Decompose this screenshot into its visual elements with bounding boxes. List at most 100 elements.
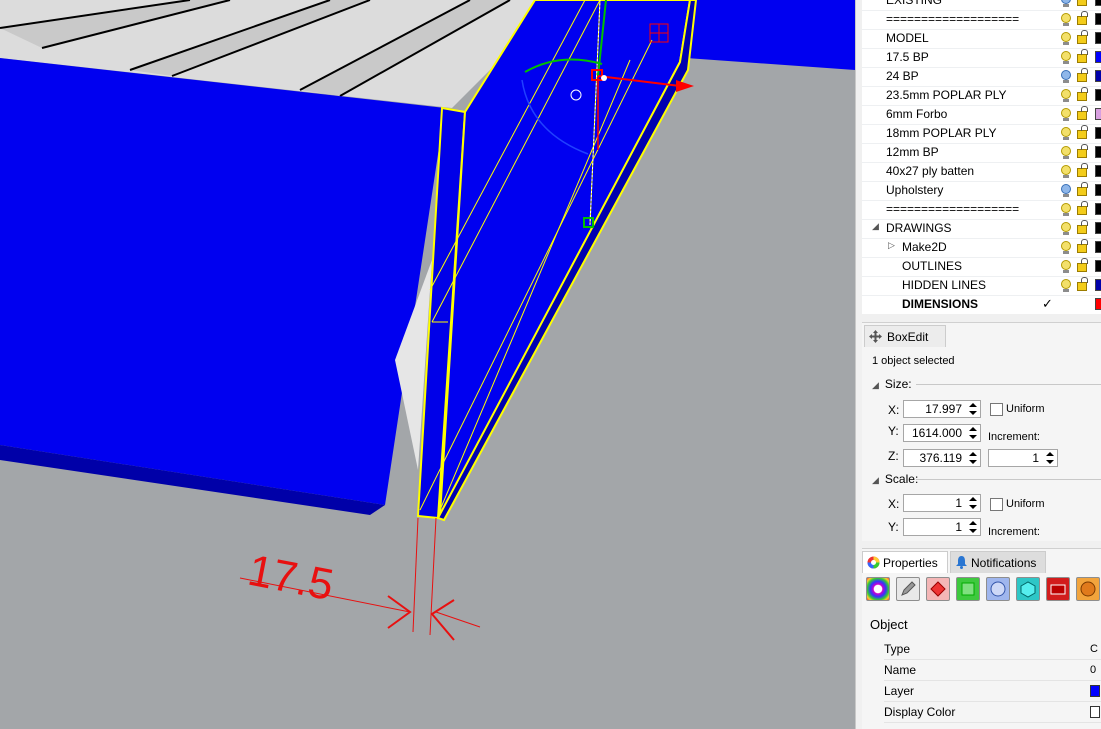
visibility-bulb-icon[interactable]	[1061, 203, 1071, 216]
decal-button[interactable]	[926, 577, 950, 601]
lock-icon[interactable]	[1077, 0, 1087, 6]
layer-color-swatch[interactable]	[1095, 279, 1101, 291]
tab-notifications[interactable]: Notifications	[950, 551, 1046, 573]
layer-row[interactable]: ◢ DRAWINGS	[862, 219, 1101, 239]
scale-y-input[interactable]: 1	[903, 518, 981, 536]
visibility-bulb-icon[interactable]	[1061, 241, 1071, 254]
layer-row[interactable]: 23.5mm POPLAR PLY	[862, 86, 1101, 106]
lock-icon[interactable]	[1077, 182, 1088, 196]
layer-color-swatch[interactable]	[1095, 222, 1101, 234]
lock-icon[interactable]	[1077, 220, 1088, 234]
layer-color-swatch[interactable]	[1095, 165, 1101, 177]
scale-x-spinner[interactable]	[968, 496, 978, 510]
layer-color-swatch[interactable]	[1095, 127, 1101, 139]
layer-color-swatch[interactable]	[1095, 241, 1101, 253]
visibility-bulb-icon[interactable]	[1061, 70, 1071, 83]
size-y-input[interactable]: 1614.000	[903, 424, 981, 442]
collapsed-arrow-icon[interactable]: ▷	[888, 240, 895, 251]
size-increment-spinner[interactable]	[1045, 451, 1055, 465]
size-x-input[interactable]: 17.997	[903, 400, 981, 418]
tab-boxedit[interactable]: BoxEdit	[864, 325, 946, 347]
layer-color-swatch[interactable]	[1095, 13, 1101, 25]
displacement-button[interactable]	[1016, 577, 1040, 601]
object-properties-button[interactable]	[866, 577, 890, 601]
property-value[interactable]: 0	[1090, 660, 1096, 680]
layer-row[interactable]: Upholstery	[862, 181, 1101, 201]
layer-row[interactable]: HIDDEN LINES	[862, 276, 1101, 296]
lock-icon[interactable]	[1077, 49, 1088, 63]
layer-row[interactable]: MODEL	[862, 29, 1101, 49]
layer-row[interactable]: 24 BP	[862, 67, 1101, 87]
layer-row[interactable]: OUTLINES	[862, 257, 1101, 277]
property-row[interactable]: Name 0	[884, 660, 1101, 681]
layer-color-swatch[interactable]	[1095, 146, 1101, 158]
scale-section-header[interactable]: ◢ Scale:	[872, 472, 1101, 486]
layer-color-swatch[interactable]	[1095, 203, 1101, 215]
layer-color-swatch[interactable]	[1095, 89, 1101, 101]
property-row[interactable]: Type C	[884, 639, 1101, 660]
visibility-bulb-icon[interactable]	[1061, 127, 1071, 140]
property-row[interactable]: Display Color	[884, 702, 1101, 723]
size-z-input[interactable]: 376.119	[903, 449, 981, 467]
layer-color-swatch[interactable]	[1095, 0, 1101, 6]
size-increment-input[interactable]: 1	[988, 449, 1058, 467]
size-section-header[interactable]: ◢ Size:	[872, 377, 1101, 391]
layer-color-swatch[interactable]	[1095, 184, 1101, 196]
layers-list[interactable]: EXISTING =================== MODEL 17.5 BP 2…	[862, 0, 1101, 314]
layer-row[interactable]: 40x27 ply batten	[862, 162, 1101, 182]
scale-y-spinner[interactable]	[968, 520, 978, 534]
visibility-bulb-icon[interactable]	[1061, 13, 1071, 26]
lock-icon[interactable]	[1077, 125, 1088, 139]
uniform-size-checkbox[interactable]	[990, 403, 1003, 416]
material-pencil-button[interactable]	[896, 577, 920, 601]
tab-properties[interactable]: Properties	[862, 551, 948, 573]
texture-mapping-button[interactable]	[956, 577, 980, 601]
layer-row[interactable]: 17.5 BP	[862, 48, 1101, 68]
layer-row[interactable]: 12mm BP	[862, 143, 1101, 163]
visibility-bulb-icon[interactable]	[1061, 260, 1071, 273]
scale-x-input[interactable]: 1	[903, 494, 981, 512]
lock-icon[interactable]	[1077, 201, 1088, 215]
lock-icon[interactable]	[1077, 30, 1088, 44]
edge-softening-button[interactable]	[1046, 577, 1070, 601]
visibility-bulb-icon[interactable]	[1061, 279, 1071, 292]
viewport-scene[interactable]: 17.5	[0, 0, 855, 729]
layer-color-swatch[interactable]	[1095, 298, 1101, 310]
size-x-spinner[interactable]	[968, 402, 978, 416]
visibility-bulb-icon[interactable]	[1061, 222, 1071, 235]
uniform-scale-checkbox[interactable]	[990, 498, 1003, 511]
property-color-swatch[interactable]	[1090, 706, 1100, 718]
visibility-bulb-icon[interactable]	[1061, 0, 1071, 7]
visibility-bulb-icon[interactable]	[1061, 89, 1071, 102]
layer-row[interactable]: ▷ Make2D	[862, 238, 1101, 258]
layer-row[interactable]: 6mm Forbo	[862, 105, 1101, 125]
visibility-bulb-icon[interactable]	[1061, 32, 1071, 45]
size-y-spinner[interactable]	[968, 426, 978, 440]
lock-icon[interactable]	[1077, 87, 1088, 101]
lock-icon[interactable]	[1077, 163, 1088, 177]
layer-color-swatch[interactable]	[1095, 108, 1101, 120]
visibility-bulb-icon[interactable]	[1061, 51, 1071, 64]
curve-piping-button[interactable]	[986, 577, 1010, 601]
property-row[interactable]: Layer	[884, 681, 1101, 702]
perspective-viewport[interactable]: 17.5	[0, 0, 855, 729]
property-color-swatch[interactable]	[1090, 685, 1100, 697]
layer-color-swatch[interactable]	[1095, 70, 1101, 82]
layer-row[interactable]: ===================	[862, 10, 1101, 30]
lock-icon[interactable]	[1077, 144, 1088, 158]
layer-color-swatch[interactable]	[1095, 51, 1101, 63]
visibility-bulb-icon[interactable]	[1061, 146, 1071, 159]
visibility-bulb-icon[interactable]	[1061, 108, 1071, 121]
layer-row[interactable]: ===================	[862, 200, 1101, 220]
lock-icon[interactable]	[1077, 106, 1088, 120]
layer-color-swatch[interactable]	[1095, 32, 1101, 44]
layer-row[interactable]: DIMENSIONS ✓	[862, 295, 1101, 314]
layer-row[interactable]: 18mm POPLAR PLY	[862, 124, 1101, 144]
lock-icon[interactable]	[1077, 239, 1088, 253]
layer-color-swatch[interactable]	[1095, 260, 1101, 272]
expanded-arrow-icon[interactable]: ◢	[872, 221, 879, 232]
visibility-bulb-icon[interactable]	[1061, 184, 1071, 197]
lock-icon[interactable]	[1077, 11, 1088, 25]
shutlining-button[interactable]	[1076, 577, 1100, 601]
lock-icon[interactable]	[1077, 277, 1088, 291]
